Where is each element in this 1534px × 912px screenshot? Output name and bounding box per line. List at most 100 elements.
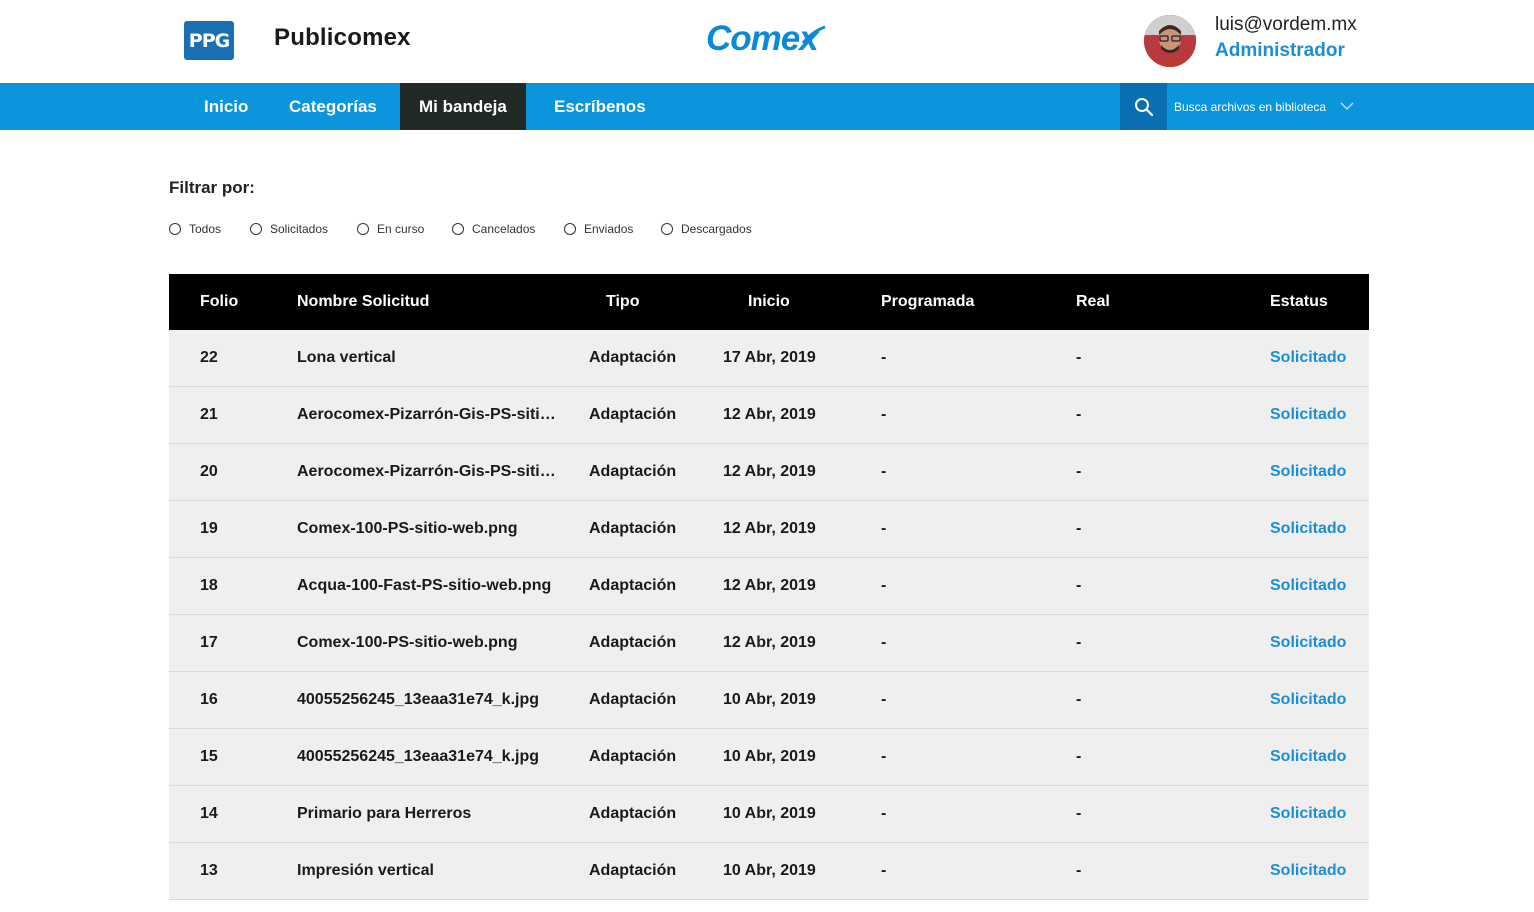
cell-inicio: 12 Abr, 2019 xyxy=(723,634,816,651)
cell-estatus-link[interactable]: Solicitado xyxy=(1270,330,1346,386)
radio-circle-icon xyxy=(357,223,369,235)
cell-estatus-link[interactable]: Solicitado xyxy=(1270,672,1346,728)
chevron-down-icon[interactable] xyxy=(1339,100,1355,112)
table-row[interactable]: 16 40055256245_13eaa31e74_k.jpg Adaptación… xyxy=(169,672,1369,729)
filter-radio-en-curso[interactable]: En curso xyxy=(357,222,424,236)
table-row[interactable]: 22 Lona vertical Adaptación 17 Abr, 2019 - - S… xyxy=(169,330,1369,387)
cell-folio: 22 xyxy=(200,349,218,366)
filter-radio-solicitados[interactable]: Solicitados xyxy=(250,222,328,236)
filter-radio-todos[interactable]: Todos xyxy=(169,222,221,236)
cell-estatus-link[interactable]: Solicitado xyxy=(1270,615,1346,671)
cell-tipo: Adaptación xyxy=(589,691,677,708)
filter-radio-enviados[interactable]: Enviados xyxy=(564,222,633,236)
table-row[interactable]: 14 Primario para Herreros Adaptación 10 Abr… xyxy=(169,786,1369,843)
cell-tipo: Adaptación xyxy=(589,748,677,765)
app-name: Publicomex xyxy=(274,24,411,51)
comex-swoosh-icon xyxy=(801,25,826,44)
cell-tipo: Adaptación xyxy=(589,862,677,879)
table-row[interactable]: 20 Aerocomex-Pizarrón-Gis-PS-sitio… Adapta… xyxy=(169,444,1369,501)
table-row[interactable]: 19 Comex-100-PS-sitio-web.png Adaptación 12… xyxy=(169,501,1369,558)
cell-tipo: Adaptación xyxy=(589,634,677,651)
cell-nombre-solicitud: Lona vertical xyxy=(297,349,396,366)
filter-radio-label: Todos xyxy=(189,222,222,236)
cell-real: - xyxy=(1076,349,1082,366)
header-estatus[interactable]: Estatus xyxy=(1270,274,1328,330)
user-avatar[interactable] xyxy=(1144,15,1196,67)
top-header: PPG Publicomex Comex luis@vordem.mx Admi… xyxy=(0,0,1534,83)
cell-estatus-link[interactable]: Solicitado xyxy=(1270,501,1346,557)
cell-real: - xyxy=(1076,577,1082,594)
cell-inicio: 12 Abr, 2019 xyxy=(723,520,816,537)
cell-inicio: 10 Abr, 2019 xyxy=(723,805,816,822)
cell-inicio: 10 Abr, 2019 xyxy=(723,748,816,765)
table-row[interactable]: 21 Aerocomex-Pizarrón-Gis-PS-sitio… Adapta… xyxy=(169,387,1369,444)
filter-radio-label: Cancelados xyxy=(472,222,536,236)
cell-real: - xyxy=(1076,463,1082,480)
cell-real: - xyxy=(1076,520,1082,537)
cell-programada: - xyxy=(881,634,887,651)
cell-nombre-solicitud: Aerocomex-Pizarrón-Gis-PS-sitio… xyxy=(297,463,559,480)
cell-estatus-link[interactable]: Solicitado xyxy=(1270,843,1346,899)
cell-folio: 13 xyxy=(200,862,218,879)
cell-folio: 16 xyxy=(200,691,218,708)
nav-item-inicio[interactable]: Inicio xyxy=(204,83,248,130)
cell-tipo: Adaptación xyxy=(589,463,677,480)
cell-programada: - xyxy=(881,748,887,765)
ppg-logo[interactable]: PPG xyxy=(184,21,234,60)
cell-programada: - xyxy=(881,691,887,708)
cell-tipo: Adaptación xyxy=(589,577,677,594)
cell-folio: 21 xyxy=(200,406,218,423)
table-row[interactable]: 18 Acqua-100-Fast-PS-sitio-web.png Adaptac… xyxy=(169,558,1369,615)
cell-folio: 20 xyxy=(200,463,218,480)
cell-nombre-solicitud: Comex-100-PS-sitio-web.png xyxy=(297,520,518,537)
cell-estatus-link[interactable]: Solicitado xyxy=(1270,786,1346,842)
header-real[interactable]: Real xyxy=(1076,274,1110,330)
header-folio[interactable]: Folio xyxy=(200,274,238,330)
cell-estatus-link[interactable]: Solicitado xyxy=(1270,444,1346,500)
table-header: Folio Nombre Solicitud Tipo Inicio Progr… xyxy=(169,274,1369,330)
filter-radio-cancelados[interactable]: Cancelados xyxy=(452,222,535,236)
cell-inicio: 12 Abr, 2019 xyxy=(723,463,816,480)
cell-programada: - xyxy=(881,349,887,366)
cell-inicio: 10 Abr, 2019 xyxy=(723,862,816,879)
cell-programada: - xyxy=(881,862,887,879)
header-tipo[interactable]: Tipo xyxy=(606,274,639,330)
cell-nombre-solicitud: Aerocomex-Pizarrón-Gis-PS-sitio… xyxy=(297,406,559,423)
cell-folio: 14 xyxy=(200,805,218,822)
filter-radio-label: Enviados xyxy=(584,222,634,236)
cell-tipo: Adaptación xyxy=(589,349,677,366)
nav-item-escribenos[interactable]: Escríbenos xyxy=(554,83,646,130)
table-body: 22 Lona vertical Adaptación 17 Abr, 2019 - - S… xyxy=(169,330,1369,900)
cell-programada: - xyxy=(881,577,887,594)
user-role[interactable]: Administrador xyxy=(1215,40,1345,62)
cell-nombre-solicitud: Primario para Herreros xyxy=(297,805,472,822)
radio-circle-icon xyxy=(661,223,673,235)
header-inicio[interactable]: Inicio xyxy=(748,274,790,330)
table-row[interactable]: 17 Comex-100-PS-sitio-web.png Adaptación 12… xyxy=(169,615,1369,672)
search-button[interactable] xyxy=(1120,83,1167,130)
filter-radio-label: Descargados xyxy=(681,222,752,236)
nav-item-categorias[interactable]: Categorías xyxy=(289,83,377,130)
radio-circle-icon xyxy=(250,223,262,235)
cell-programada: - xyxy=(881,805,887,822)
table-row[interactable]: 15 40055256245_13eaa31e74_k.jpg Adaptación… xyxy=(169,729,1369,786)
filter-radio-descargados[interactable]: Descargados xyxy=(661,222,752,236)
filter-title: Filtrar por: xyxy=(169,178,255,197)
header-nombre-solicitud[interactable]: Nombre Solicitud xyxy=(297,274,559,330)
cell-estatus-link[interactable]: Solicitado xyxy=(1270,558,1346,614)
cell-tipo: Adaptación xyxy=(589,520,677,537)
radio-circle-icon xyxy=(452,223,464,235)
cell-estatus-link[interactable]: Solicitado xyxy=(1270,387,1346,443)
cell-real: - xyxy=(1076,634,1082,651)
table-row[interactable]: 13 Impresión vertical Adaptación 10 Abr, 20… xyxy=(169,843,1369,900)
cell-programada: - xyxy=(881,520,887,537)
cell-nombre-solicitud: Impresión vertical xyxy=(297,862,434,879)
cell-estatus-link[interactable]: Solicitado xyxy=(1270,729,1346,785)
cell-nombre-solicitud: Acqua-100-Fast-PS-sitio-web.png xyxy=(297,577,552,594)
filter-radio-label: Solicitados xyxy=(270,222,329,236)
cell-real: - xyxy=(1076,406,1082,423)
header-programada[interactable]: Programada xyxy=(881,274,974,330)
cell-inicio: 12 Abr, 2019 xyxy=(723,577,816,594)
cell-nombre-solicitud: 40055256245_13eaa31e74_k.jpg xyxy=(297,691,539,708)
nav-item-mi-bandeja[interactable]: Mi bandeja xyxy=(400,83,526,130)
